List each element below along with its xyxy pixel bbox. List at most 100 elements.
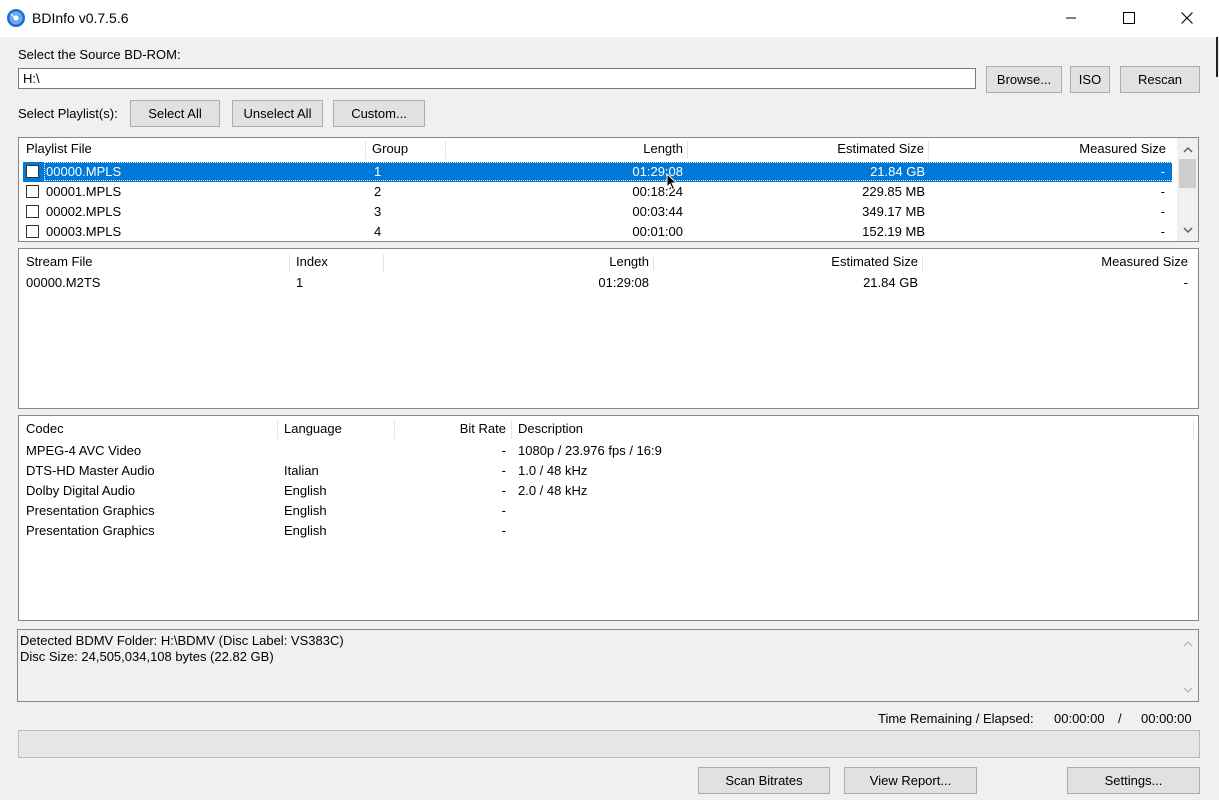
unselect-all-button[interactable]: Unselect All	[232, 100, 323, 127]
header-estimated-size[interactable]: Estimated Size	[687, 138, 924, 160]
codec-row[interactable]: Presentation Graphics English -	[19, 501, 1198, 521]
playlist-checkbox[interactable]	[26, 165, 39, 178]
scroll-down-button[interactable]	[1177, 221, 1198, 238]
header-measured-size[interactable]: Measured Size	[928, 138, 1166, 160]
scroll-down-button[interactable]	[1177, 681, 1198, 698]
codec-name: DTS-HD Master Audio	[26, 463, 155, 478]
playlist-row[interactable]: 00002.MPLS 3 00:03:44 349.17 MB -	[23, 202, 1172, 222]
settings-button[interactable]: Settings...	[1067, 767, 1200, 794]
header-length[interactable]: Length	[445, 138, 683, 160]
chevron-up-icon	[1183, 635, 1193, 650]
header-index[interactable]: Index	[296, 251, 328, 273]
title-bar: BDInfo v0.7.5.6	[0, 0, 1219, 37]
header-group[interactable]: Group	[372, 138, 408, 160]
codec-bitrate: -	[501, 483, 506, 498]
playlist-length: 00:03:44	[632, 204, 683, 219]
playlist-checkbox[interactable]	[26, 185, 39, 198]
codec-description: 1080p / 23.976 fps / 16:9	[518, 443, 662, 458]
progress-bar	[18, 730, 1200, 758]
scroll-thumb[interactable]	[1179, 159, 1196, 188]
scroll-up-button[interactable]	[1177, 140, 1198, 157]
codec-bitrate: -	[501, 463, 506, 478]
scan-bitrates-button[interactable]: Scan Bitrates	[698, 767, 830, 794]
playlist-row[interactable]: 00000.MPLS 1 01:29:08 21.84 GB -	[23, 162, 1190, 182]
playlist-length: 01:29:08	[632, 164, 683, 179]
bluray-disc-icon	[6, 8, 26, 28]
codec-language: Italian	[284, 463, 319, 478]
header-separator	[1193, 421, 1194, 439]
playlist-row[interactable]: 00003.MPLS 4 00:01:00 152.19 MB -	[23, 222, 1172, 241]
header-stream-file[interactable]: Stream File	[26, 251, 92, 273]
playlist-measured: -	[1160, 184, 1165, 199]
playlist-file: 00003.MPLS	[46, 224, 122, 239]
stream-estimated: 21.84 GB	[863, 275, 918, 290]
playlist-list[interactable]: Playlist File Group Length Estimated Siz…	[18, 137, 1199, 242]
codec-language: English	[284, 483, 327, 498]
codec-bitrate: -	[501, 503, 506, 518]
source-label: Select the Source BD-ROM:	[18, 47, 181, 62]
codec-name: Dolby Digital Audio	[26, 483, 136, 498]
source-path-input[interactable]: H:\	[18, 68, 976, 89]
header-estimated-size[interactable]: Estimated Size	[653, 251, 918, 273]
codec-row[interactable]: MPEG-4 AVC Video - 1080p / 23.976 fps / …	[19, 441, 1198, 461]
stream-list[interactable]: Stream File Index Length Estimated Size …	[18, 248, 1199, 409]
maximize-icon	[1123, 12, 1135, 24]
header-separator	[277, 421, 278, 439]
iso-button[interactable]: ISO	[1070, 66, 1110, 93]
stream-file: 00000.M2TS	[26, 275, 101, 290]
log-textbox[interactable]: Detected BDMV Folder: H:\BDMV (Disc Labe…	[17, 629, 1199, 702]
select-all-button[interactable]: Select All	[130, 100, 220, 127]
maximize-button[interactable]	[1100, 0, 1158, 36]
playlist-group: 4	[374, 224, 382, 239]
playlist-row[interactable]: 00001.MPLS 2 00:18:24 229.85 MB -	[23, 182, 1172, 202]
close-icon	[1181, 12, 1193, 24]
playlist-group: 2	[374, 184, 382, 199]
playlist-group: 1	[374, 164, 382, 179]
header-language[interactable]: Language	[284, 418, 342, 440]
playlist-checkbox[interactable]	[26, 225, 39, 238]
browse-button[interactable]: Browse...	[986, 66, 1062, 93]
window-edge	[1216, 37, 1218, 77]
chevron-up-icon	[1182, 141, 1193, 156]
close-button[interactable]	[1158, 0, 1216, 36]
custom-button[interactable]: Custom...	[333, 100, 425, 127]
playlist-measured: -	[1160, 204, 1165, 219]
playlist-checkbox[interactable]	[26, 205, 39, 218]
playlist-file: 00001.MPLS	[46, 184, 122, 199]
header-playlist-file[interactable]: Playlist File	[26, 138, 92, 160]
header-bit-rate[interactable]: Bit Rate	[394, 418, 506, 440]
window-title: BDInfo v0.7.5.6	[32, 10, 129, 26]
header-separator	[365, 141, 366, 159]
scroll-up-button[interactable]	[1177, 634, 1198, 651]
log-line: Detected BDMV Folder: H:\BDMV (Disc Labe…	[20, 633, 344, 648]
time-label: Time Remaining / Elapsed:	[878, 711, 1034, 726]
minimize-icon	[1065, 12, 1077, 24]
codec-row[interactable]: Dolby Digital Audio English - 2.0 / 48 k…	[19, 481, 1198, 501]
codec-row[interactable]: Presentation Graphics English -	[19, 521, 1198, 541]
header-length[interactable]: Length	[383, 251, 649, 273]
header-codec[interactable]: Codec	[26, 418, 64, 440]
playlist-measured: -	[1160, 224, 1165, 239]
stream-row[interactable]: 00000.M2TS 1 01:29:08 21.84 GB -	[19, 273, 1198, 293]
codec-row[interactable]: DTS-HD Master Audio Italian - 1.0 / 48 k…	[19, 461, 1198, 481]
playlist-estimated: 152.19 MB	[862, 224, 925, 239]
header-measured-size[interactable]: Measured Size	[922, 251, 1188, 273]
rescan-button[interactable]: Rescan	[1120, 66, 1200, 93]
chevron-down-icon	[1182, 222, 1193, 237]
mouse-cursor-icon	[666, 172, 678, 194]
time-remaining: 00:00:00	[1054, 711, 1105, 726]
view-report-button[interactable]: View Report...	[844, 767, 977, 794]
codec-list[interactable]: Codec Language Bit Rate Description MPEG…	[18, 415, 1199, 621]
stream-index: 1	[296, 275, 304, 290]
select-playlists-label: Select Playlist(s):	[18, 106, 118, 121]
minimize-button[interactable]	[1042, 0, 1100, 36]
playlist-group: 3	[374, 204, 382, 219]
log-line: Disc Size: 24,505,034,108 bytes (22.82 G…	[20, 649, 274, 664]
header-description[interactable]: Description	[518, 418, 583, 440]
stream-measured: -	[1183, 275, 1188, 290]
playlist-measured: -	[1160, 164, 1165, 179]
log-scrollbar[interactable]	[1177, 630, 1198, 701]
time-separator: /	[1118, 711, 1122, 726]
playlist-scrollbar[interactable]	[1177, 138, 1198, 241]
codec-name: Presentation Graphics	[26, 523, 155, 538]
